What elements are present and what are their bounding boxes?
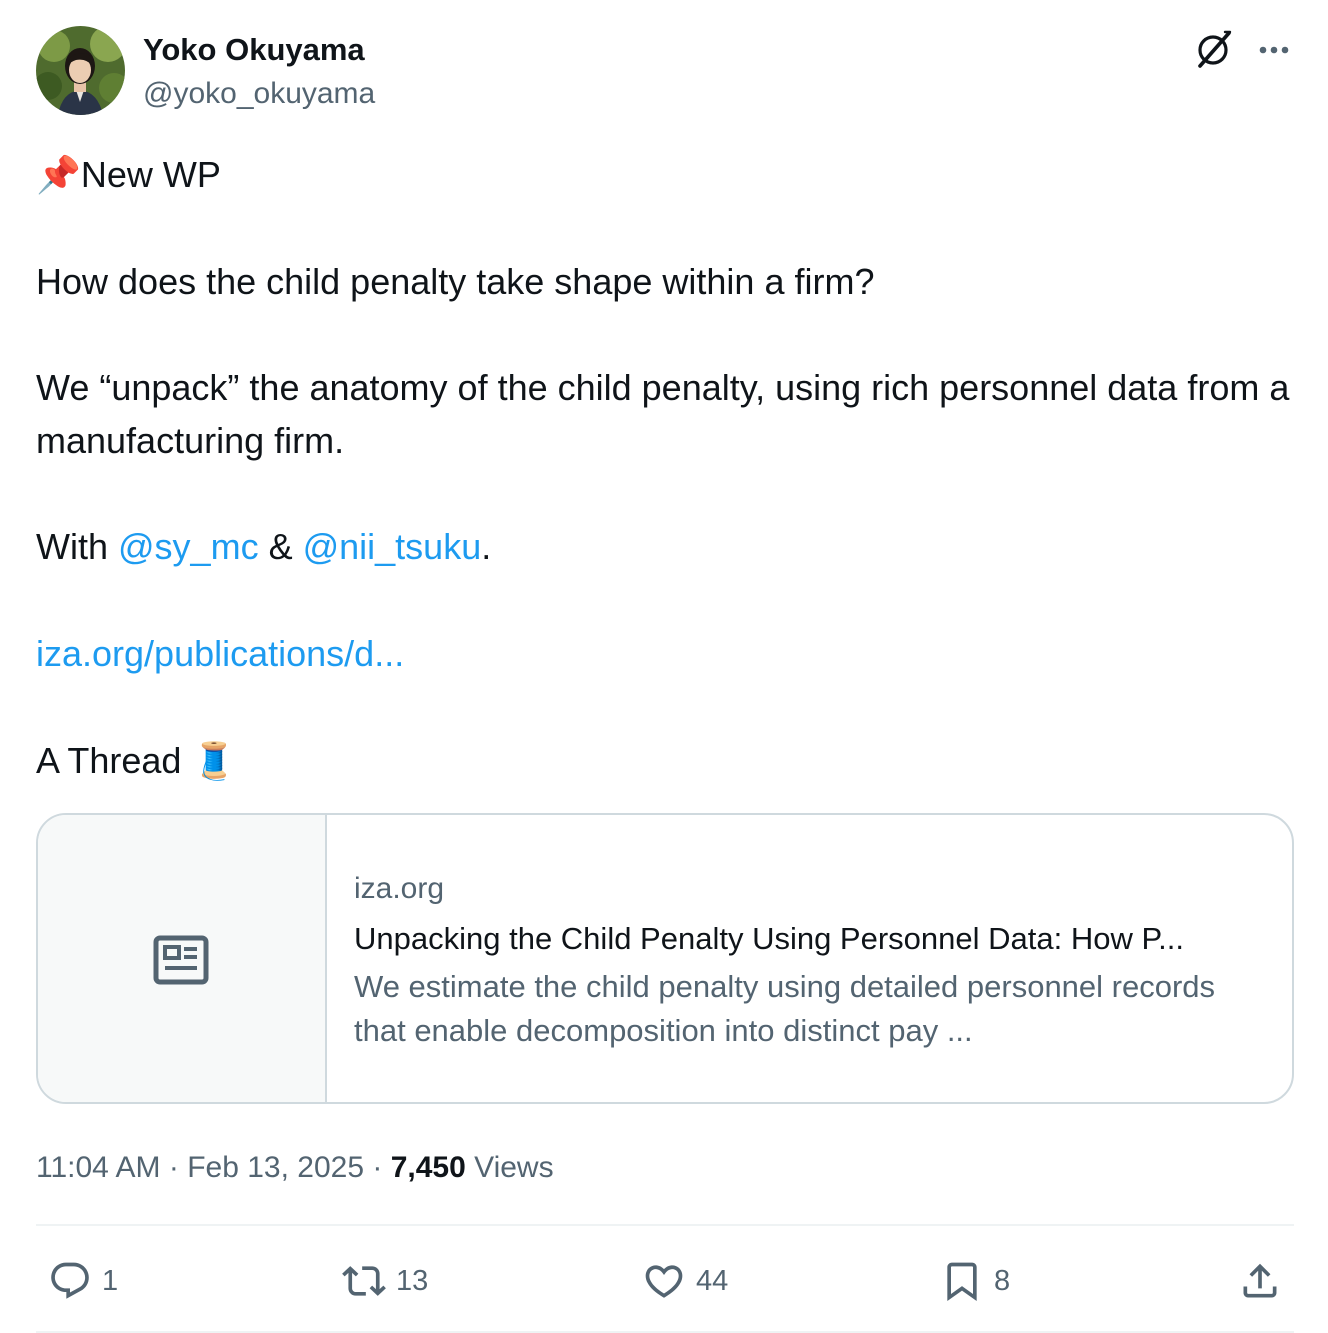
post-text: New WP: [80, 154, 221, 195]
article-icon: [153, 935, 209, 985]
pushpin-emoji: 📌: [36, 154, 81, 195]
link-preview-card[interactable]: iza.org Unpacking the Child Penalty Usin…: [36, 813, 1294, 1104]
with-text: With: [36, 526, 119, 567]
mention-link[interactable]: @nii_tsuku: [303, 526, 482, 567]
avatar[interactable]: [36, 26, 125, 115]
reply-button[interactable]: 1: [48, 1250, 118, 1312]
repost-icon: [342, 1266, 386, 1296]
thread-text: A Thread: [36, 740, 192, 781]
views-label: Views: [465, 1151, 554, 1184]
author-handle[interactable]: @yoko_okuyama: [143, 76, 375, 112]
post-question: How does the child penalty take shape wi…: [36, 261, 875, 302]
post-date[interactable]: Feb 13, 2025: [187, 1151, 364, 1184]
views-count[interactable]: 7,450: [391, 1151, 466, 1184]
like-count: 44: [696, 1264, 729, 1297]
heart-icon: [645, 1265, 683, 1298]
grok-icon[interactable]: [1194, 28, 1236, 70]
period-text: .: [481, 526, 492, 567]
post-url-link[interactable]: iza.org/publications/d...: [36, 633, 404, 674]
meta-separator: ·: [160, 1151, 188, 1184]
repost-count: 13: [396, 1264, 429, 1297]
reply-count: 1: [102, 1264, 119, 1297]
post-thread-line: A Thread 🧵: [36, 734, 1296, 787]
post-url-line: iza.org/publications/d...: [36, 627, 1296, 680]
share-icon: [1243, 1263, 1277, 1298]
share-button[interactable]: [1238, 1250, 1282, 1312]
bookmark-count: 8: [994, 1264, 1011, 1297]
meta-separator: ·: [364, 1151, 391, 1184]
divider: [36, 1224, 1294, 1226]
author-info: Yoko Okuyama @yoko_okuyama: [143, 32, 375, 112]
post-meta: 11:04 AM · Feb 13, 2025 · 7,450 Views: [36, 1146, 554, 1190]
repost-button[interactable]: 13: [342, 1250, 428, 1312]
bookmark-button[interactable]: 8: [940, 1250, 1010, 1312]
post-line-new-wp: 📌New WP: [36, 148, 1296, 201]
like-button[interactable]: 44: [642, 1250, 728, 1312]
card-thumbnail: [38, 815, 327, 1102]
post-time[interactable]: 11:04 AM: [36, 1151, 161, 1184]
card-info: iza.org Unpacking the Child Penalty Usin…: [354, 869, 1264, 1053]
thread-emoji: 🧵: [191, 740, 237, 781]
post-mentions-line: With @sy_mc & @nii_tsuku.: [36, 520, 1296, 573]
post-paragraph: We “unpack” the anatomy of the child pen…: [36, 367, 1290, 461]
card-domain: iza.org: [354, 872, 445, 905]
reply-icon: [51, 1262, 89, 1299]
mention-link[interactable]: @sy_mc: [118, 526, 259, 567]
post-header: Yoko Okuyama @yoko_okuyama: [36, 26, 1294, 116]
author-display-name[interactable]: Yoko Okuyama: [143, 32, 375, 68]
action-bar: 1 13 44 8: [36, 1250, 1294, 1312]
amp-text: &: [258, 526, 303, 567]
card-title: Unpacking the Child Penalty Using Person…: [354, 921, 1184, 956]
card-description: We estimate the child penalty using deta…: [354, 969, 1216, 1048]
more-options-icon[interactable]: [1254, 32, 1294, 68]
bookmark-icon: [947, 1262, 977, 1302]
